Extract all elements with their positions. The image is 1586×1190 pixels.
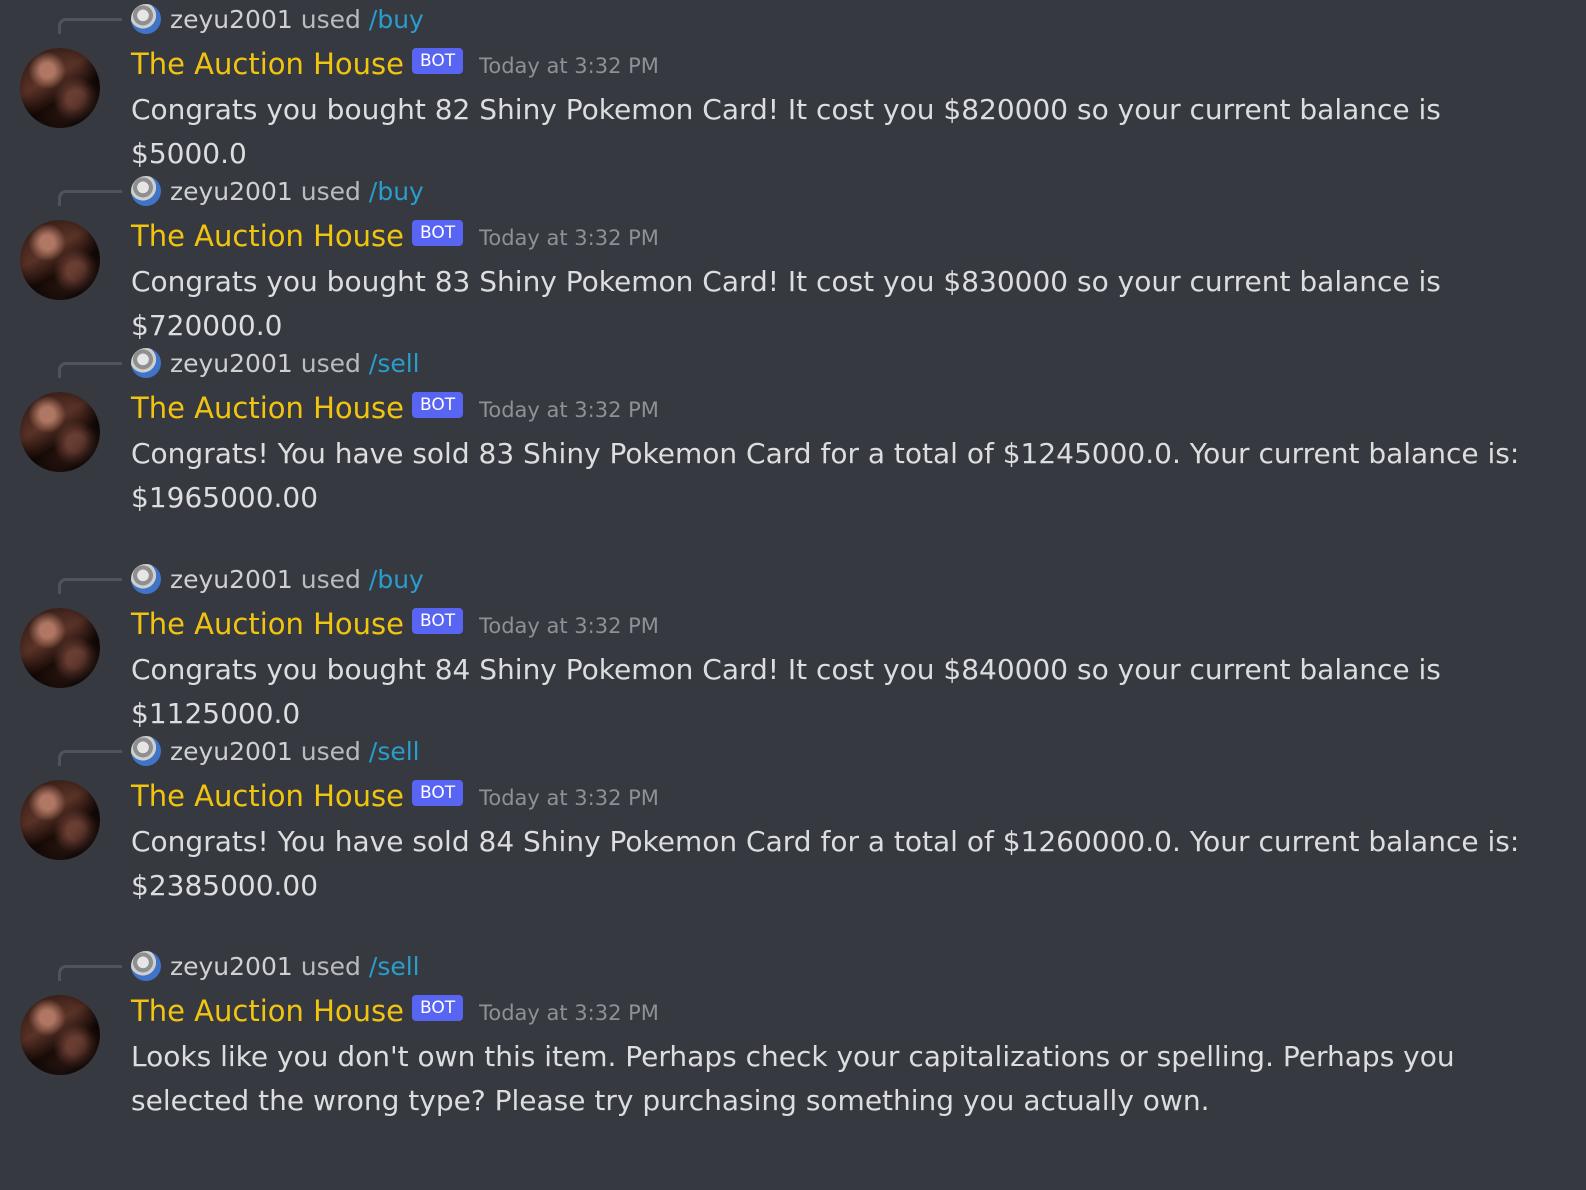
reply-connector-line [58, 965, 122, 981]
author-name[interactable]: The Auction House [131, 391, 404, 425]
reply-username[interactable]: zeyu2001 [170, 737, 293, 766]
slash-command-link[interactable]: /buy [369, 565, 424, 594]
author-name[interactable]: The Auction House [131, 47, 404, 81]
author-name[interactable]: The Auction House [131, 607, 404, 641]
message-header: The Auction House BOT Today at 3:32 PM [131, 388, 659, 428]
reply-reference[interactable]: zeyu2001 used /buy [131, 175, 424, 207]
message-timestamp: Today at 3:32 PM [479, 226, 659, 250]
message-content: Congrats you bought 83 Shiny Pokemon Car… [131, 265, 1441, 342]
bot-badge: BOT [411, 220, 464, 246]
user-avatar-icon[interactable] [131, 4, 161, 34]
message-timestamp: Today at 3:32 PM [479, 1001, 659, 1025]
message-content: Congrats you bought 82 Shiny Pokemon Car… [131, 93, 1441, 170]
reply-used-label: used [300, 4, 361, 34]
slash-command-link[interactable]: /sell [369, 349, 420, 378]
message-header: The Auction House BOT Today at 3:32 PM [131, 44, 659, 84]
slash-command-link[interactable]: /buy [369, 5, 424, 34]
reply-used-label: used [300, 564, 361, 594]
reply-used-label: used [300, 951, 361, 981]
user-avatar-icon[interactable] [131, 564, 161, 594]
author-name[interactable]: The Auction House [131, 779, 404, 813]
bot-badge: BOT [411, 780, 464, 806]
message-header: The Auction House BOT Today at 3:32 PM [131, 991, 659, 1031]
message-content: Congrats you bought 84 Shiny Pokemon Car… [131, 653, 1441, 730]
message-header: The Auction House BOT Today at 3:32 PM [131, 604, 659, 644]
reply-reference[interactable]: zeyu2001 used /sell [131, 347, 420, 379]
reply-username[interactable]: zeyu2001 [170, 349, 293, 378]
slash-command-link[interactable]: /buy [369, 177, 424, 206]
bot-avatar-icon[interactable] [20, 780, 100, 860]
reply-reference[interactable]: zeyu2001 used /sell [131, 735, 420, 767]
reply-username[interactable]: zeyu2001 [170, 565, 293, 594]
bot-avatar-icon[interactable] [20, 48, 100, 128]
reply-username[interactable]: zeyu2001 [170, 177, 293, 206]
message-timestamp: Today at 3:32 PM [479, 786, 659, 810]
reply-connector-line [58, 18, 122, 34]
message-timestamp: Today at 3:32 PM [479, 614, 659, 638]
user-avatar-icon[interactable] [131, 736, 161, 766]
user-avatar-icon[interactable] [131, 951, 161, 981]
bot-avatar-icon[interactable] [20, 995, 100, 1075]
bot-avatar-icon[interactable] [20, 220, 100, 300]
reply-connector-line [58, 362, 122, 378]
reply-connector-line [58, 750, 122, 766]
message-timestamp: Today at 3:32 PM [479, 398, 659, 422]
reply-reference[interactable]: zeyu2001 used /buy [131, 3, 424, 35]
message-content: Congrats! You have sold 83 Shiny Pokemon… [131, 437, 1520, 514]
message-content: Looks like you don't own this item. Perh… [131, 1040, 1455, 1117]
message-timestamp: Today at 3:32 PM [479, 54, 659, 78]
bot-avatar-icon[interactable] [20, 392, 100, 472]
user-avatar-icon[interactable] [131, 176, 161, 206]
bot-badge: BOT [411, 392, 464, 418]
reply-username[interactable]: zeyu2001 [170, 952, 293, 981]
author-name[interactable]: The Auction House [131, 219, 404, 253]
bot-badge: BOT [411, 608, 464, 634]
reply-username[interactable]: zeyu2001 [170, 5, 293, 34]
slash-command-link[interactable]: /sell [369, 952, 420, 981]
bot-badge: BOT [411, 995, 464, 1021]
chat-log: zeyu2001 used /buy The Auction House BOT… [0, 0, 1586, 1190]
bot-badge: BOT [411, 48, 464, 74]
message-content: Congrats! You have sold 84 Shiny Pokemon… [131, 825, 1520, 902]
reply-connector-line [58, 578, 122, 594]
reply-used-label: used [300, 176, 361, 206]
message-header: The Auction House BOT Today at 3:32 PM [131, 216, 659, 256]
slash-command-link[interactable]: /sell [369, 737, 420, 766]
reply-connector-line [58, 190, 122, 206]
bot-avatar-icon[interactable] [20, 608, 100, 688]
reply-used-label: used [300, 736, 361, 766]
reply-reference[interactable]: zeyu2001 used /buy [131, 563, 424, 595]
user-avatar-icon[interactable] [131, 348, 161, 378]
message-header: The Auction House BOT Today at 3:32 PM [131, 776, 659, 816]
reply-used-label: used [300, 348, 361, 378]
author-name[interactable]: The Auction House [131, 994, 404, 1028]
reply-reference[interactable]: zeyu2001 used /sell [131, 950, 420, 982]
